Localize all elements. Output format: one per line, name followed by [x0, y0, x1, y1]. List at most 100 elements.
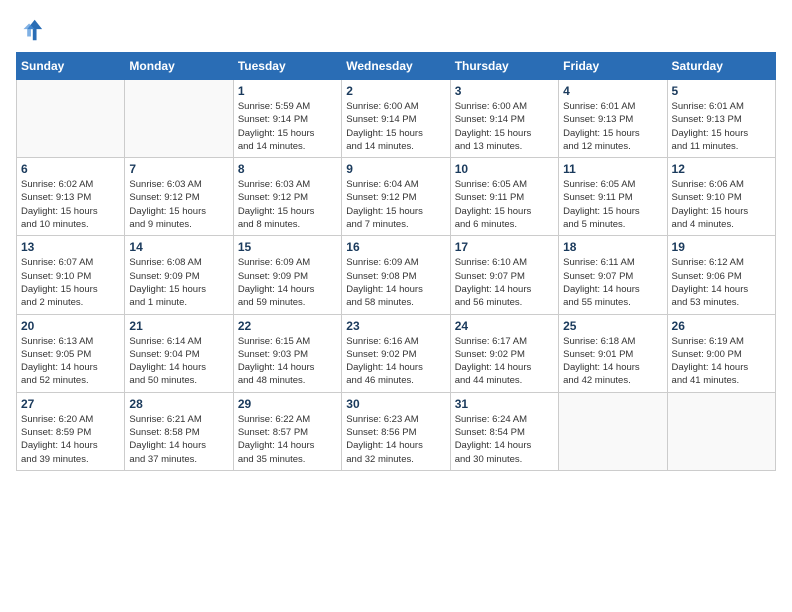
- calendar-day-cell: 27Sunrise: 6:20 AM Sunset: 8:59 PM Dayli…: [17, 392, 125, 470]
- day-number: 1: [238, 84, 337, 98]
- day-number: 26: [672, 319, 771, 333]
- day-info: Sunrise: 6:02 AM Sunset: 9:13 PM Dayligh…: [21, 178, 120, 231]
- day-number: 6: [21, 162, 120, 176]
- calendar-day-cell: 18 Sunrise: 6:11 AM Sunset: 9:07 PM Dayli…: [559, 236, 667, 314]
- calendar-day-cell: 1 Sunrise: 5:59 AM Sunset: 9:14 PM Daylig…: [233, 80, 341, 158]
- calendar-day-cell: [559, 392, 667, 470]
- day-number: 15: [238, 240, 337, 254]
- calendar-day-cell: 2 Sunrise: 6:00 AM Sunset: 9:14 PM Daylig…: [342, 80, 450, 158]
- weekday-header-cell: Tuesday: [233, 53, 341, 80]
- calendar-day-cell: 11Sunrise: 6:05 AM Sunset: 9:11 PM Dayli…: [559, 158, 667, 236]
- calendar-day-cell: 26 Sunrise: 6:19 AM Sunset: 9:00 PM Dayli…: [667, 314, 775, 392]
- day-number: 10: [455, 162, 554, 176]
- calendar-day-cell: 25 Sunrise: 6:18 AM Sunset: 9:01 PM Dayli…: [559, 314, 667, 392]
- calendar-day-cell: 14 Sunrise: 6:08 AM Sunset: 9:09 PM Dayli…: [125, 236, 233, 314]
- calendar-day-cell: 9 Sunrise: 6:04 AM Sunset: 9:12 PM Daylig…: [342, 158, 450, 236]
- day-info: Sunrise: 6:18 AM Sunset: 9:01 PM Dayligh…: [563, 335, 662, 388]
- calendar-week-row: 13 Sunrise: 6:07 AM Sunset: 9:10 PM Dayli…: [17, 236, 776, 314]
- calendar-week-row: 20Sunrise: 6:13 AM Sunset: 9:05 PM Dayli…: [17, 314, 776, 392]
- calendar-day-cell: 30 Sunrise: 6:23 AM Sunset: 8:56 PM Dayli…: [342, 392, 450, 470]
- day-number: 9: [346, 162, 445, 176]
- calendar-week-row: 27Sunrise: 6:20 AM Sunset: 8:59 PM Dayli…: [17, 392, 776, 470]
- day-info: Sunrise: 6:10 AM Sunset: 9:07 PM Dayligh…: [455, 256, 554, 309]
- day-info: Sunrise: 6:05 AM Sunset: 9:11 PM Dayligh…: [455, 178, 554, 231]
- calendar-day-cell: [17, 80, 125, 158]
- day-info: Sunrise: 6:16 AM Sunset: 9:02 PM Dayligh…: [346, 335, 445, 388]
- day-info: Sunrise: 6:17 AM Sunset: 9:02 PM Dayligh…: [455, 335, 554, 388]
- calendar-day-cell: [125, 80, 233, 158]
- weekday-header-cell: Wednesday: [342, 53, 450, 80]
- calendar-day-cell: [667, 392, 775, 470]
- calendar-day-cell: 23 Sunrise: 6:16 AM Sunset: 9:02 PM Dayli…: [342, 314, 450, 392]
- day-number: 25: [563, 319, 662, 333]
- day-info: Sunrise: 6:12 AM Sunset: 9:06 PM Dayligh…: [672, 256, 771, 309]
- calendar-day-cell: 4Sunrise: 6:01 AM Sunset: 9:13 PM Daylig…: [559, 80, 667, 158]
- calendar-day-cell: 3Sunrise: 6:00 AM Sunset: 9:14 PM Daylig…: [450, 80, 558, 158]
- day-number: 19: [672, 240, 771, 254]
- weekday-header-cell: Monday: [125, 53, 233, 80]
- weekday-header-cell: Friday: [559, 53, 667, 80]
- day-info: Sunrise: 6:19 AM Sunset: 9:00 PM Dayligh…: [672, 335, 771, 388]
- calendar-day-cell: 16 Sunrise: 6:09 AM Sunset: 9:08 PM Dayli…: [342, 236, 450, 314]
- day-number: 2: [346, 84, 445, 98]
- day-info: Sunrise: 6:11 AM Sunset: 9:07 PM Dayligh…: [563, 256, 662, 309]
- day-info: Sunrise: 6:07 AM Sunset: 9:10 PM Dayligh…: [21, 256, 120, 309]
- day-number: 21: [129, 319, 228, 333]
- day-info: Sunrise: 6:03 AM Sunset: 9:12 PM Dayligh…: [238, 178, 337, 231]
- weekday-header-cell: Saturday: [667, 53, 775, 80]
- day-number: 16: [346, 240, 445, 254]
- calendar-day-cell: 22 Sunrise: 6:15 AM Sunset: 9:03 PM Dayli…: [233, 314, 341, 392]
- calendar-day-cell: 8 Sunrise: 6:03 AM Sunset: 9:12 PM Daylig…: [233, 158, 341, 236]
- calendar-day-cell: 31 Sunrise: 6:24 AM Sunset: 8:54 PM Dayli…: [450, 392, 558, 470]
- weekday-header-cell: Thursday: [450, 53, 558, 80]
- day-info: Sunrise: 6:20 AM Sunset: 8:59 PM Dayligh…: [21, 413, 120, 466]
- day-number: 30: [346, 397, 445, 411]
- day-number: 22: [238, 319, 337, 333]
- calendar-day-cell: 7 Sunrise: 6:03 AM Sunset: 9:12 PM Daylig…: [125, 158, 233, 236]
- day-info: Sunrise: 6:09 AM Sunset: 9:08 PM Dayligh…: [346, 256, 445, 309]
- day-info: Sunrise: 6:01 AM Sunset: 9:13 PM Dayligh…: [563, 100, 662, 153]
- calendar-day-cell: 15 Sunrise: 6:09 AM Sunset: 9:09 PM Dayli…: [233, 236, 341, 314]
- day-number: 14: [129, 240, 228, 254]
- day-number: 23: [346, 319, 445, 333]
- day-info: Sunrise: 6:15 AM Sunset: 9:03 PM Dayligh…: [238, 335, 337, 388]
- day-info: Sunrise: 6:09 AM Sunset: 9:09 PM Dayligh…: [238, 256, 337, 309]
- calendar-day-cell: 24Sunrise: 6:17 AM Sunset: 9:02 PM Dayli…: [450, 314, 558, 392]
- day-info: Sunrise: 6:04 AM Sunset: 9:12 PM Dayligh…: [346, 178, 445, 231]
- calendar-day-cell: 6 Sunrise: 6:02 AM Sunset: 9:13 PM Daylig…: [17, 158, 125, 236]
- day-info: Sunrise: 6:03 AM Sunset: 9:12 PM Dayligh…: [129, 178, 228, 231]
- day-info: Sunrise: 6:06 AM Sunset: 9:10 PM Dayligh…: [672, 178, 771, 231]
- day-info: Sunrise: 6:14 AM Sunset: 9:04 PM Dayligh…: [129, 335, 228, 388]
- calendar-day-cell: 19 Sunrise: 6:12 AM Sunset: 9:06 PM Dayli…: [667, 236, 775, 314]
- day-number: 7: [129, 162, 228, 176]
- calendar-day-cell: 5Sunrise: 6:01 AM Sunset: 9:13 PM Daylig…: [667, 80, 775, 158]
- day-info: Sunrise: 5:59 AM Sunset: 9:14 PM Dayligh…: [238, 100, 337, 153]
- page-header: [16, 16, 776, 44]
- day-number: 20: [21, 319, 120, 333]
- day-number: 3: [455, 84, 554, 98]
- day-number: 13: [21, 240, 120, 254]
- day-info: Sunrise: 6:01 AM Sunset: 9:13 PM Dayligh…: [672, 100, 771, 153]
- logo-icon: [16, 16, 44, 44]
- day-number: 18: [563, 240, 662, 254]
- calendar-week-row: 1 Sunrise: 5:59 AM Sunset: 9:14 PM Daylig…: [17, 80, 776, 158]
- day-number: 12: [672, 162, 771, 176]
- calendar-day-cell: 20Sunrise: 6:13 AM Sunset: 9:05 PM Dayli…: [17, 314, 125, 392]
- weekday-header-row: SundayMondayTuesdayWednesdayThursdayFrid…: [17, 53, 776, 80]
- calendar-day-cell: 21 Sunrise: 6:14 AM Sunset: 9:04 PM Dayli…: [125, 314, 233, 392]
- day-number: 31: [455, 397, 554, 411]
- calendar-week-row: 6 Sunrise: 6:02 AM Sunset: 9:13 PM Daylig…: [17, 158, 776, 236]
- weekday-header-cell: Sunday: [17, 53, 125, 80]
- calendar-day-cell: 28Sunrise: 6:21 AM Sunset: 8:58 PM Dayli…: [125, 392, 233, 470]
- day-info: Sunrise: 6:23 AM Sunset: 8:56 PM Dayligh…: [346, 413, 445, 466]
- day-number: 29: [238, 397, 337, 411]
- day-info: Sunrise: 6:22 AM Sunset: 8:57 PM Dayligh…: [238, 413, 337, 466]
- day-number: 28: [129, 397, 228, 411]
- calendar-day-cell: 29 Sunrise: 6:22 AM Sunset: 8:57 PM Dayli…: [233, 392, 341, 470]
- day-info: Sunrise: 6:24 AM Sunset: 8:54 PM Dayligh…: [455, 413, 554, 466]
- day-info: Sunrise: 6:08 AM Sunset: 9:09 PM Dayligh…: [129, 256, 228, 309]
- day-info: Sunrise: 6:00 AM Sunset: 9:14 PM Dayligh…: [346, 100, 445, 153]
- calendar-table: SundayMondayTuesdayWednesdayThursdayFrid…: [16, 52, 776, 471]
- day-number: 8: [238, 162, 337, 176]
- calendar-body: 1 Sunrise: 5:59 AM Sunset: 9:14 PM Daylig…: [17, 80, 776, 471]
